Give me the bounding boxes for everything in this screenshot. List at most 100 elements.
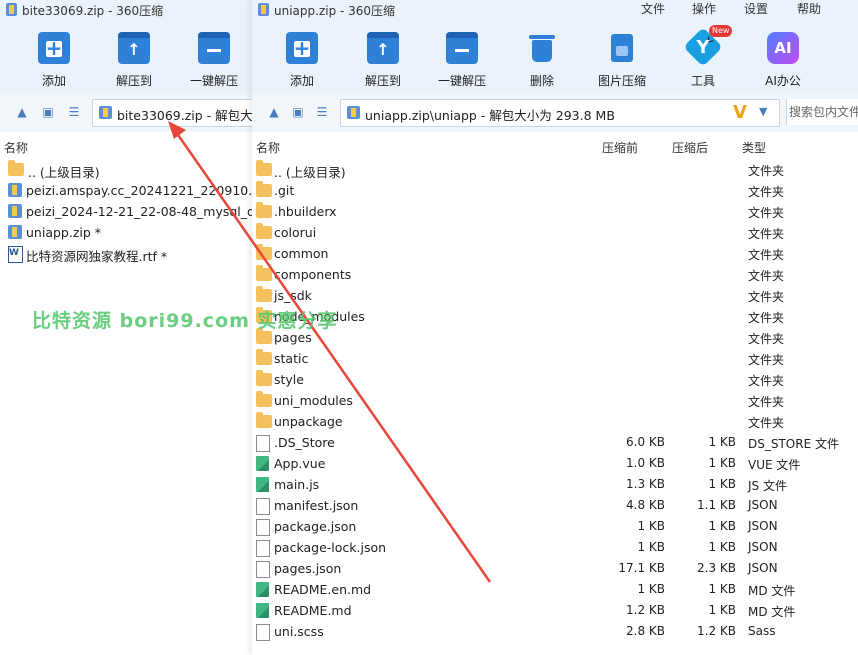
table-row[interactable]: .hbuilderx 文件夹 xyxy=(252,201,858,222)
table-row[interactable]: uni.scss 2.8 KB 1.2 KB Sass xyxy=(252,621,858,642)
chevron-down-icon[interactable]: ▼ xyxy=(759,105,767,118)
table-row[interactable]: pages 文件夹 xyxy=(252,327,858,348)
menu-settings[interactable]: 设置 xyxy=(744,0,768,17)
menu-operate[interactable]: 操作 xyxy=(692,0,716,17)
image-compress-button[interactable]: 图片压缩 xyxy=(586,32,658,89)
table-row[interactable]: README.en.md 1 KB 1 KB MD 文件 xyxy=(252,579,858,600)
table-row[interactable]: pages.json 17.1 KB 2.3 KB JSON xyxy=(252,558,858,579)
list-item[interactable]: peizi_2024-12-21_22-08-48_mysql_data xyxy=(0,201,252,222)
extract-to-button[interactable]: 解压到 xyxy=(347,32,419,89)
table-row[interactable]: common 文件夹 xyxy=(252,243,858,264)
new-badge: New xyxy=(709,25,733,37)
column-name[interactable]: 名称 xyxy=(256,139,280,156)
left-add-button[interactable]: 添加 xyxy=(18,32,90,89)
table-row[interactable]: package-lock.json 1 KB 1 KB JSON xyxy=(252,537,858,558)
size-before: 1 KB xyxy=(637,519,665,533)
file-type: 文件夹 xyxy=(748,416,785,430)
file-type: MD 文件 xyxy=(748,584,796,598)
extract-icon xyxy=(367,32,399,64)
file-type: JSON xyxy=(748,498,778,512)
search-input[interactable]: 搜索包内文件 xyxy=(786,99,858,125)
file-type: 文件夹 xyxy=(748,269,785,283)
table-row[interactable]: .DS_Store 6.0 KB 1 KB DS_STORE 文件 xyxy=(252,432,858,453)
up-arrow-icon[interactable]: ▲ xyxy=(14,104,30,120)
add-icon xyxy=(286,32,318,64)
delete-icon xyxy=(526,32,558,64)
zip-app-icon xyxy=(258,3,269,16)
list-item[interactable]: peizi.amspay.cc_20241221_220910.tar.g xyxy=(0,180,252,201)
folder-icon xyxy=(256,370,272,386)
table-row[interactable]: .. (上级目录) 文件夹 xyxy=(252,159,858,180)
size-after: 1 KB xyxy=(708,582,736,596)
tools-button[interactable]: New 工具 xyxy=(667,25,739,89)
add-button[interactable]: 添加 xyxy=(266,32,338,89)
right-address-field[interactable]: uniapp.zip\uniapp - 解包大小为 293.8 MB V ▼ xyxy=(340,99,780,127)
table-row[interactable]: static 文件夹 xyxy=(252,348,858,369)
list-item[interactable]: 比特资源网独家教程.rtf * xyxy=(0,243,252,264)
size-after: 1 KB xyxy=(708,519,736,533)
thumbnail-view-icon[interactable]: ▣ xyxy=(290,104,306,120)
column-size-after[interactable]: 压缩后 xyxy=(672,139,708,156)
table-row[interactable]: node_modules 文件夹 xyxy=(252,306,858,327)
one-key-extract-button[interactable]: 一键解压 xyxy=(426,32,498,89)
table-row[interactable]: colorui 文件夹 xyxy=(252,222,858,243)
file-type: 文件夹 xyxy=(748,290,785,304)
folder-icon xyxy=(256,265,272,281)
size-before: 1 KB xyxy=(637,540,665,554)
ai-office-button[interactable]: AI AI办公 xyxy=(747,32,819,89)
left-address-bar: ▲ ▣ ☰ bite33069.zip - 解包大小 xyxy=(0,94,252,132)
file-name: uni_modules xyxy=(274,393,353,408)
column-type[interactable]: 类型 xyxy=(742,139,766,156)
file-type: DS_STORE 文件 xyxy=(748,437,839,451)
list-item[interactable]: uniapp.zip * xyxy=(0,222,252,243)
extract-icon xyxy=(118,32,150,64)
table-row[interactable]: package.json 1 KB 1 KB JSON xyxy=(252,516,858,537)
file-name: main.js xyxy=(274,477,320,492)
list-view-icon[interactable]: ☰ xyxy=(66,104,82,120)
up-arrow-icon[interactable]: ▲ xyxy=(266,104,282,120)
menu-file[interactable]: 文件 xyxy=(641,0,665,17)
file-name: unpackage xyxy=(274,414,343,429)
file-name: static xyxy=(274,351,309,366)
left-address-field[interactable]: bite33069.zip - 解包大小 xyxy=(92,99,252,127)
table-row[interactable]: style 文件夹 xyxy=(252,369,858,390)
file-type: 文件夹 xyxy=(748,332,785,346)
delete-button[interactable]: 删除 xyxy=(506,32,578,89)
table-row[interactable]: .git 文件夹 xyxy=(252,180,858,201)
image-compress-icon xyxy=(606,32,638,64)
file-name: common xyxy=(274,246,329,261)
list-item[interactable]: .. (上级目录) xyxy=(0,159,252,180)
folder-icon xyxy=(256,286,272,302)
table-row[interactable]: js_sdk 文件夹 xyxy=(252,285,858,306)
list-view-icon[interactable]: ☰ xyxy=(314,104,330,120)
thumbnail-view-icon[interactable]: ▣ xyxy=(40,104,56,120)
left-extract-button[interactable]: 解压到 xyxy=(98,32,170,89)
zip-icon xyxy=(8,225,22,239)
size-before: 2.8 KB xyxy=(626,624,665,638)
table-row[interactable]: README.md 1.2 KB 1 KB MD 文件 xyxy=(252,600,858,621)
file-type: JS 文件 xyxy=(748,479,787,493)
file-icon xyxy=(256,498,270,515)
file-icon xyxy=(256,561,270,578)
left-one-key-extract-button[interactable]: 一键解压 xyxy=(178,32,250,89)
file-type: MD 文件 xyxy=(748,605,796,619)
size-before: 1.3 KB xyxy=(626,477,665,491)
table-row[interactable]: manifest.json 4.8 KB 1.1 KB JSON xyxy=(252,495,858,516)
file-type: JSON xyxy=(748,519,778,533)
left-window-title: bite33069.zip - 360压缩 xyxy=(22,4,164,18)
file-icon xyxy=(256,624,270,641)
file-name: .DS_Store xyxy=(274,435,335,450)
v-logo-icon[interactable]: V xyxy=(733,102,747,123)
file-name: js_sdk xyxy=(274,288,312,303)
table-row[interactable]: components 文件夹 xyxy=(252,264,858,285)
column-name[interactable]: 名称 xyxy=(4,139,28,156)
column-size-before[interactable]: 压缩前 xyxy=(602,139,638,156)
table-row[interactable]: uni_modules 文件夹 xyxy=(252,390,858,411)
table-row[interactable]: App.vue 1.0 KB 1 KB VUE 文件 xyxy=(252,453,858,474)
folder-icon xyxy=(256,160,272,176)
table-row[interactable]: unpackage 文件夹 xyxy=(252,411,858,432)
table-row[interactable]: main.js 1.3 KB 1 KB JS 文件 xyxy=(252,474,858,495)
file-name: package-lock.json xyxy=(274,540,387,555)
menu-help[interactable]: 帮助 xyxy=(797,0,821,17)
folder-icon xyxy=(256,181,272,197)
